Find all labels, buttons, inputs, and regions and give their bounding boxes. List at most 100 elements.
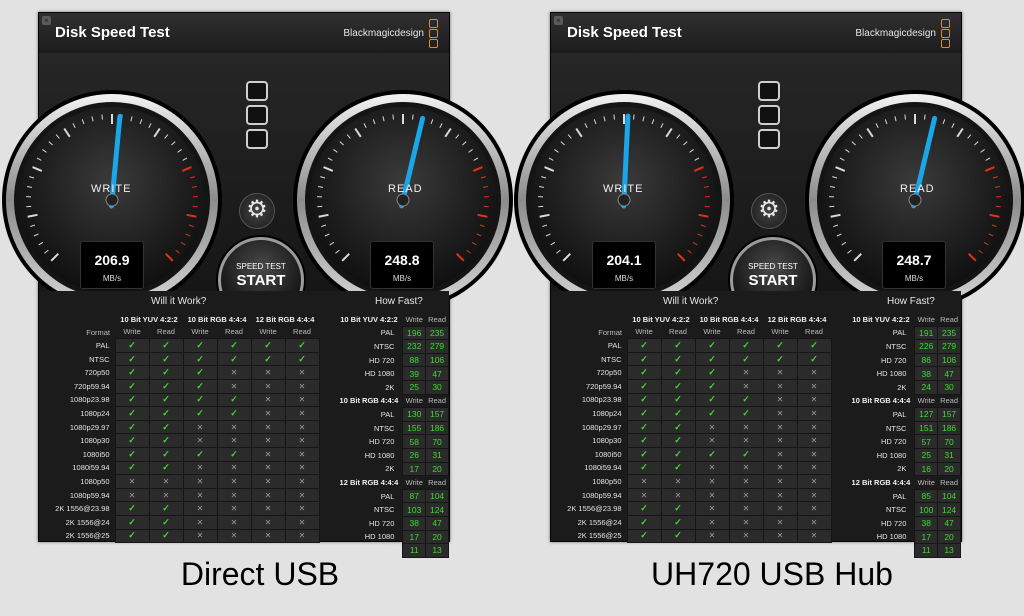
- write-speed-unit: MB/s: [614, 274, 634, 283]
- read-gauge-hub: [396, 193, 410, 207]
- fps-write-value: 196: [402, 325, 427, 341]
- table-row: 720p50 ✓ ✓ ✓ ✕ ✕ ✕: [41, 365, 320, 380]
- gear-icon[interactable]: ⚙: [239, 193, 275, 229]
- checkmark-icon: ✓: [640, 530, 648, 541]
- cross-icon: ✕: [298, 368, 306, 378]
- table-row: NTSC 226 279: [847, 339, 961, 354]
- result-cell: ✕: [250, 446, 286, 462]
- result-cell: ✕: [284, 392, 320, 408]
- fast-format-label: HD 720: [880, 355, 907, 365]
- result-cell: ✕: [182, 501, 218, 516]
- selector-2-icon[interactable]: [246, 105, 268, 125]
- result-cell: ✕: [694, 474, 730, 489]
- fast-format-label: NTSC: [373, 505, 395, 515]
- checkmark-icon: ✓: [196, 339, 204, 350]
- cross-icon: ✕: [810, 436, 818, 446]
- result-cell: ✕: [762, 514, 798, 530]
- table-row: HD 720 58 70: [335, 434, 449, 449]
- selector-3-icon[interactable]: [758, 129, 780, 149]
- fast-format-label: 2K: [897, 464, 907, 474]
- close-icon[interactable]: ×: [42, 16, 51, 25]
- format-label: 1080i50: [594, 449, 622, 459]
- result-cell: ✓: [250, 338, 286, 353]
- read-column-header: Read: [428, 314, 447, 324]
- write-speed-display: 204.1 MB/s: [592, 241, 656, 289]
- cross-icon: ✕: [810, 422, 818, 432]
- selector-3-icon[interactable]: [246, 129, 268, 149]
- result-cell: ✓: [114, 351, 150, 367]
- brand-name: Blackmagicdesign: [855, 28, 936, 39]
- table-row: HD 1080 26 31: [335, 447, 449, 463]
- fps-write-value: 226: [914, 339, 939, 354]
- gear-icon[interactable]: ⚙: [751, 193, 787, 229]
- format-label: PAL: [607, 340, 622, 350]
- result-cell: ✕: [796, 460, 832, 476]
- cross-icon: ✕: [264, 395, 272, 405]
- result-cell: ✓: [148, 433, 184, 448]
- checkmark-icon: ✓: [162, 421, 170, 432]
- cross-icon: ✕: [708, 422, 716, 432]
- cross-icon: ✕: [298, 436, 306, 446]
- selector-1-icon[interactable]: [758, 81, 780, 101]
- format-label: 1080i50: [82, 449, 110, 459]
- result-cell: ✕: [114, 487, 150, 503]
- result-cell: ✓: [182, 406, 218, 421]
- cross-icon: ✕: [742, 368, 750, 378]
- will-it-work-table: 10 Bit YUV 4:2:2 10 Bit RGB 4:4:4 12 Bit R…: [41, 313, 320, 544]
- fast-format-label: HD 1080: [364, 532, 395, 542]
- checkmark-icon: ✓: [640, 407, 648, 418]
- read-gauge-tick: [904, 114, 906, 120]
- checkmark-icon: ✓: [640, 421, 648, 432]
- gauge-panel: WRITE READ ⚙ 204.1 MB/s 248.7 MB/s SPEED…: [514, 53, 1024, 323]
- write-column-header: Write: [405, 314, 423, 324]
- cross-icon: ✕: [264, 381, 272, 391]
- result-cell: ✕: [216, 501, 252, 516]
- selector-2-icon[interactable]: [758, 105, 780, 125]
- result-cell: ✕: [182, 514, 218, 530]
- group-header-row: 10 Bit YUV 4:2:2 10 Bit RGB 4:4:4 12 Bit R…: [553, 313, 831, 326]
- checkmark-icon: ✓: [708, 367, 716, 378]
- cross-icon: ✕: [742, 531, 750, 541]
- format-label: 2K 1556@24: [577, 517, 622, 527]
- table-row: 1080p59.94 ✕ ✕ ✕ ✕ ✕ ✕: [41, 487, 320, 503]
- read-gauge-label: READ: [388, 183, 423, 195]
- format-column-header: Format: [86, 327, 110, 337]
- fps-write-value: 232: [402, 339, 427, 354]
- fast-format-label: 2K: [385, 382, 395, 392]
- fast-format-label: HD 720: [368, 437, 395, 447]
- fps-write-value: 25: [402, 379, 427, 395]
- fast-format-label: 2K: [385, 464, 395, 474]
- fps-read-value: 20: [425, 461, 449, 477]
- cross-icon: ✕: [708, 490, 716, 500]
- cross-icon: ✕: [708, 517, 716, 527]
- result-cell: ✓: [148, 338, 184, 353]
- result-cell: ✓: [660, 446, 696, 462]
- cross-icon: ✕: [298, 449, 306, 459]
- fps-read-value: 106: [937, 352, 961, 368]
- result-cell: ✓: [626, 446, 662, 462]
- group-header: 10 Bit RGB 4:4:4: [699, 314, 759, 324]
- close-icon[interactable]: ×: [554, 16, 563, 25]
- cross-icon: ✕: [810, 395, 818, 405]
- cross-icon: ✕: [810, 531, 818, 541]
- checkmark-icon: ✓: [674, 380, 682, 391]
- result-cell: ✕: [284, 365, 320, 380]
- read-column-header: Read: [428, 396, 447, 406]
- read-speed-unit: MB/s: [392, 274, 412, 283]
- cross-icon: ✕: [264, 517, 272, 527]
- cross-icon: ✕: [196, 463, 204, 473]
- column-header-row: Format Write Read Write Read Write Read: [553, 326, 831, 339]
- result-cell: ✓: [626, 365, 662, 380]
- format-label: 1080p24: [592, 408, 622, 418]
- read-column-header: Read: [669, 327, 687, 337]
- fps-read-value: 70: [937, 434, 961, 449]
- write-column-header: Write: [917, 314, 935, 324]
- checkmark-icon: ✓: [128, 435, 136, 446]
- selector-1-icon[interactable]: [246, 81, 268, 101]
- result-cell: ✓: [148, 501, 184, 516]
- format-label: 1080p29.97: [69, 422, 110, 432]
- checkmark-icon: ✓: [128, 516, 136, 527]
- result-cell: ✕: [250, 365, 286, 380]
- cross-icon: ✕: [708, 476, 716, 486]
- table-row: HD 1080 38 47: [847, 366, 961, 381]
